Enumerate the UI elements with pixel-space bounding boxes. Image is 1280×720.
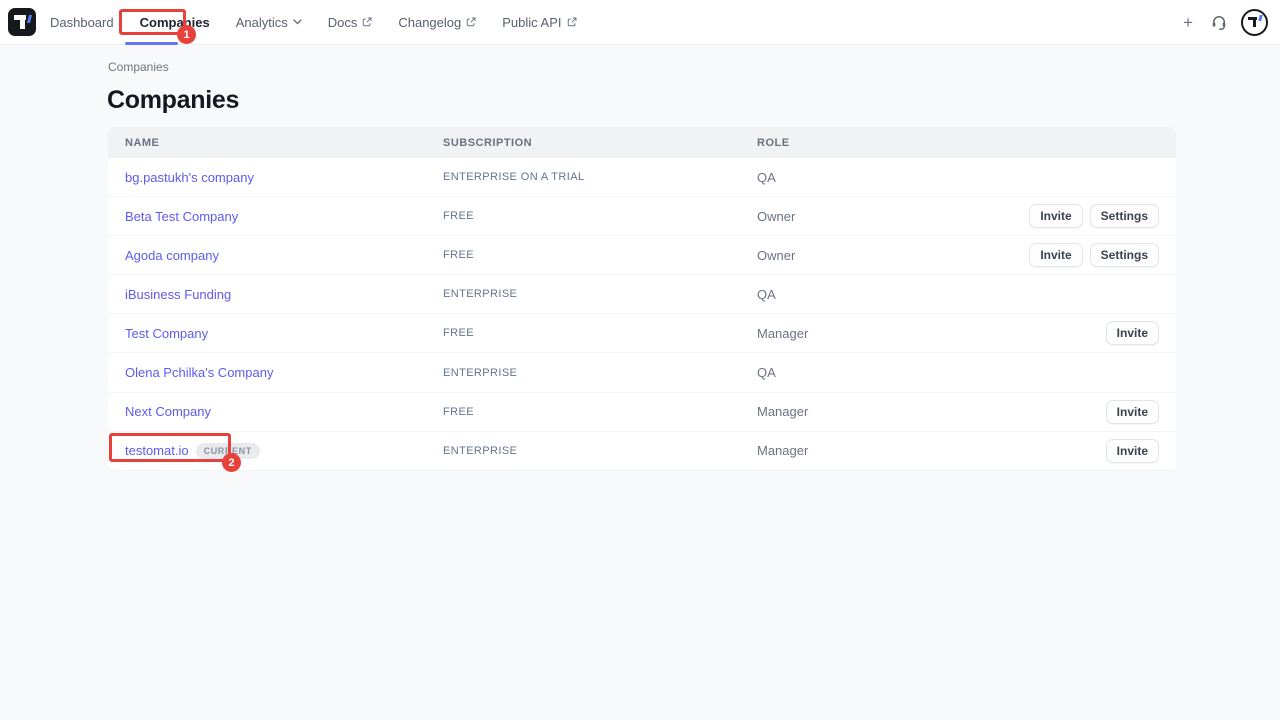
subscription-value: FREE bbox=[443, 210, 757, 222]
nav-item-dashboard[interactable]: Dashboard bbox=[50, 0, 114, 44]
annotation-badge-2: 2 bbox=[222, 453, 241, 472]
table-row: bg.pastukh's company ENTERPRISE ON A TRI… bbox=[108, 158, 1176, 197]
subscription-value: FREE bbox=[443, 406, 757, 418]
table-row: Next Company FREE Manager Invite bbox=[108, 393, 1176, 432]
subscription-value: FREE bbox=[443, 249, 757, 261]
role-value: Manager bbox=[757, 326, 1106, 341]
companies-table: NAME SUBSCRIPTION ROLE bg.pastukh's comp… bbox=[108, 127, 1176, 471]
subscription-value: FREE bbox=[443, 327, 757, 339]
active-tab-underline bbox=[125, 42, 178, 45]
invite-button[interactable]: Invite bbox=[1029, 243, 1082, 267]
support-headset-icon[interactable] bbox=[1210, 13, 1228, 31]
annotation-badge-1: 1 bbox=[177, 25, 196, 44]
invite-button[interactable]: Invite bbox=[1106, 321, 1159, 345]
table-row: Agoda company FREE Owner Invite Settings bbox=[108, 236, 1176, 275]
external-link-icon bbox=[362, 17, 372, 27]
topbar-actions: + bbox=[1179, 9, 1268, 36]
role-value: Manager bbox=[757, 443, 1106, 458]
subscription-value: ENTERPRISE bbox=[443, 288, 757, 300]
nav-label: Public API bbox=[502, 15, 561, 30]
company-link[interactable]: Olena Pchilka's Company bbox=[125, 365, 273, 380]
nav-item-changelog[interactable]: Changelog bbox=[398, 0, 476, 44]
invite-button[interactable]: Invite bbox=[1029, 204, 1082, 228]
nav-item-docs[interactable]: Docs bbox=[328, 0, 373, 44]
page-title: Companies bbox=[107, 86, 239, 115]
table-header-row: NAME SUBSCRIPTION ROLE bbox=[108, 127, 1176, 158]
nav-label: Analytics bbox=[236, 15, 288, 30]
table-row: iBusiness Funding ENTERPRISE QA bbox=[108, 275, 1176, 314]
company-link[interactable]: Beta Test Company bbox=[125, 209, 238, 224]
column-header-role: ROLE bbox=[757, 137, 1159, 149]
subscription-value: ENTERPRISE bbox=[443, 367, 757, 379]
invite-button[interactable]: Invite bbox=[1106, 400, 1159, 424]
role-value: Owner bbox=[757, 248, 1029, 263]
add-button[interactable]: + bbox=[1179, 12, 1197, 33]
settings-button[interactable]: Settings bbox=[1090, 243, 1159, 267]
company-link[interactable]: Agoda company bbox=[125, 248, 219, 263]
role-value: Manager bbox=[757, 404, 1106, 419]
breadcrumb[interactable]: Companies bbox=[108, 60, 169, 74]
company-link[interactable]: Test Company bbox=[125, 326, 208, 341]
chevron-down-icon bbox=[293, 19, 302, 25]
table-row: Beta Test Company FREE Owner Invite Sett… bbox=[108, 197, 1176, 236]
app-logo-icon[interactable] bbox=[8, 8, 36, 36]
nav-label: Changelog bbox=[398, 15, 461, 30]
role-value: Owner bbox=[757, 209, 1029, 224]
column-header-subscription: SUBSCRIPTION bbox=[443, 137, 757, 149]
subscription-value: ENTERPRISE ON A TRIAL bbox=[443, 171, 757, 183]
external-link-icon bbox=[567, 17, 577, 27]
nav-label: Docs bbox=[328, 15, 358, 30]
table-row: Test Company FREE Manager Invite bbox=[108, 314, 1176, 353]
company-link[interactable]: Next Company bbox=[125, 404, 211, 419]
table-row-current: testomat.io CURRENT ENTERPRISE Manager I… bbox=[108, 432, 1176, 471]
settings-button[interactable]: Settings bbox=[1090, 204, 1159, 228]
role-value: QA bbox=[757, 365, 1159, 380]
role-value: QA bbox=[757, 287, 1159, 302]
external-link-icon bbox=[466, 17, 476, 27]
nav-label: Dashboard bbox=[50, 15, 114, 30]
company-link[interactable]: bg.pastukh's company bbox=[125, 170, 254, 185]
nav-item-analytics[interactable]: Analytics bbox=[236, 0, 302, 44]
nav-item-public-api[interactable]: Public API bbox=[502, 0, 576, 44]
company-link[interactable]: iBusiness Funding bbox=[125, 287, 231, 302]
role-value: QA bbox=[757, 170, 1159, 185]
subscription-value: ENTERPRISE bbox=[443, 445, 757, 457]
annotation-box-1 bbox=[119, 9, 186, 35]
annotation-box-2 bbox=[109, 433, 231, 462]
column-header-name: NAME bbox=[125, 137, 443, 149]
table-row: Olena Pchilka's Company ENTERPRISE QA bbox=[108, 353, 1176, 392]
invite-button[interactable]: Invite bbox=[1106, 439, 1159, 463]
user-avatar[interactable] bbox=[1241, 9, 1268, 36]
